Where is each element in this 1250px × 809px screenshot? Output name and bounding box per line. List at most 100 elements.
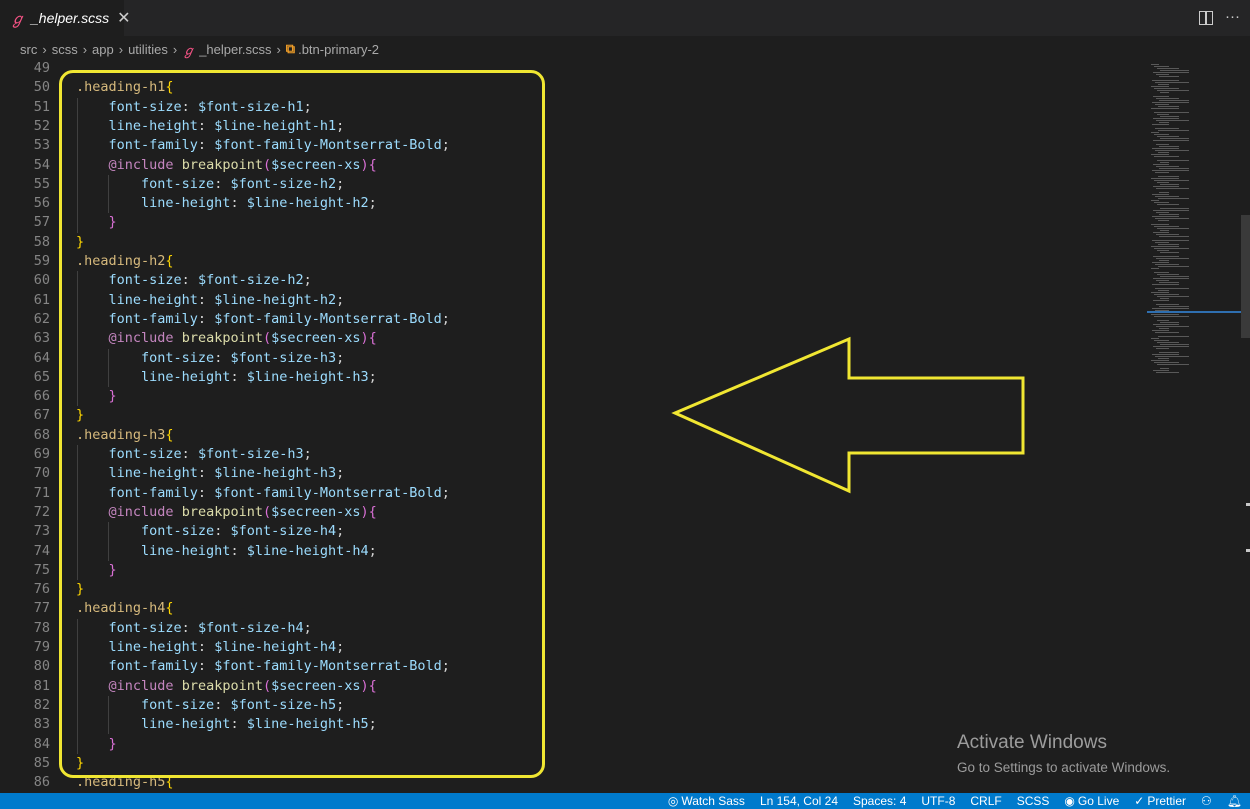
minimap-line <box>1153 72 1189 73</box>
minimap-line <box>1160 344 1189 345</box>
tab-helper-scss[interactable]: ℊ _helper.scss ✕ <box>0 0 131 36</box>
line-number: 52 <box>33 117 50 134</box>
minimap-line <box>1159 352 1179 353</box>
minimap-line <box>1158 244 1179 245</box>
cursor-position[interactable]: Ln 154, Col 24 <box>760 794 838 808</box>
line-number: 60 <box>33 272 50 289</box>
breadcrumb-item-symbol[interactable]: .btn-primary-2 <box>298 42 379 57</box>
line-number: 54 <box>33 156 50 173</box>
minimap-line <box>1159 214 1179 215</box>
minimap-line <box>1152 124 1169 125</box>
minimap-line <box>1156 212 1169 213</box>
breadcrumb-item-utilities[interactable]: utilities <box>128 42 168 57</box>
minimap-line <box>1158 198 1189 199</box>
minimap-line <box>1152 330 1169 331</box>
line-number: 63 <box>33 330 50 347</box>
line-number: 56 <box>33 195 50 212</box>
line-number: 67 <box>33 407 50 424</box>
minimap-line <box>1155 82 1189 83</box>
go-live-button[interactable]: ◉ Go Live <box>1064 794 1119 808</box>
minimap-line <box>1160 116 1179 117</box>
minimap-line <box>1154 226 1179 227</box>
minimap-line <box>1156 98 1179 99</box>
minimap-line <box>1152 194 1169 195</box>
line-number: 75 <box>33 561 50 578</box>
minimap-line <box>1159 282 1179 283</box>
language-mode[interactable]: SCSS <box>1017 794 1050 808</box>
minimap-line <box>1156 234 1179 235</box>
minimap-line <box>1157 296 1189 297</box>
breadcrumb-item-src[interactable]: src <box>20 42 37 57</box>
breadcrumb-item-file[interactable]: _helper.scss <box>199 42 271 57</box>
minimap-line <box>1154 248 1189 249</box>
end-of-line[interactable]: CRLF <box>970 794 1001 808</box>
minimap-line <box>1157 68 1179 69</box>
vertical-scrollbar[interactable] <box>1241 215 1250 338</box>
line-number: 86 <box>33 774 50 791</box>
minimap-line <box>1159 192 1169 193</box>
minimap-line <box>1152 148 1179 149</box>
line-number: 82 <box>33 696 50 713</box>
watch-sass-label: Watch Sass <box>681 794 745 808</box>
prettier-button[interactable]: ✓ Prettier <box>1134 794 1186 808</box>
minimap-line <box>1151 246 1179 247</box>
line-number: 49 <box>33 62 50 76</box>
breadcrumb-item-app[interactable]: app <box>92 42 114 57</box>
minimap-line <box>1159 76 1179 77</box>
line-number: 69 <box>33 446 50 462</box>
close-icon[interactable]: ✕ <box>117 8 130 28</box>
minimap-line <box>1159 328 1169 329</box>
minimap-viewport[interactable] <box>1147 311 1250 313</box>
more-actions-icon[interactable]: ··· <box>1225 8 1240 25</box>
bell-icon[interactable]: 🔔︎ <box>1227 794 1242 808</box>
breadcrumb-item-scss[interactable]: scss <box>52 42 78 57</box>
minimap-line <box>1155 242 1169 243</box>
activate-windows-watermark: Activate Windows Go to Settings to activ… <box>957 732 1170 775</box>
minimap-line <box>1157 228 1189 229</box>
minimap-line <box>1157 320 1169 321</box>
watch-sass-button[interactable]: ◎ Watch Sass <box>668 794 745 808</box>
minimap-line <box>1154 112 1189 113</box>
split-editor-icon[interactable] <box>1199 11 1213 25</box>
minimap-line <box>1155 264 1179 265</box>
minimap-line <box>1160 70 1189 71</box>
minimap-line <box>1158 266 1189 267</box>
minimap-line <box>1158 176 1179 177</box>
line-number: 79 <box>33 639 50 655</box>
minimap-line <box>1153 186 1179 187</box>
minimap-line <box>1157 114 1169 115</box>
scrollbar-marker <box>1246 549 1250 552</box>
check-double-icon: ✓ <box>1134 794 1145 808</box>
minimap-line <box>1152 80 1179 81</box>
line-number: 57 <box>33 214 50 231</box>
minimap-line <box>1153 256 1179 257</box>
indentation[interactable]: Spaces: 4 <box>853 794 906 808</box>
minimap-line <box>1159 146 1179 147</box>
encoding[interactable]: UTF-8 <box>921 794 955 808</box>
minimap-line <box>1160 184 1179 185</box>
minimap-line <box>1157 204 1179 205</box>
minimap-line <box>1152 262 1169 263</box>
line-number: 80 <box>33 658 50 675</box>
minimap-line <box>1155 332 1179 333</box>
line-number: 74 <box>33 542 50 559</box>
minimap-line <box>1160 298 1169 299</box>
minimap-line <box>1151 86 1169 87</box>
line-number: 83 <box>33 716 50 733</box>
line-number: 78 <box>33 619 50 636</box>
minimap-line <box>1157 274 1179 275</box>
minimap-line <box>1152 170 1189 171</box>
minimap-line <box>1157 136 1179 137</box>
minimap[interactable] <box>1147 62 1241 793</box>
minimap-line <box>1153 164 1169 165</box>
minimap-line <box>1156 326 1189 327</box>
feedback-icon[interactable]: ⚇ <box>1201 794 1212 808</box>
line-number: 58 <box>33 233 50 250</box>
minimap-line <box>1157 364 1189 365</box>
minimap-line <box>1159 168 1189 169</box>
class-symbol-icon: ⧉ <box>285 41 296 56</box>
line-number: 85 <box>33 754 50 771</box>
line-number: 68 <box>33 426 50 443</box>
minimap-line <box>1158 358 1169 359</box>
minimap-line <box>1158 290 1169 291</box>
